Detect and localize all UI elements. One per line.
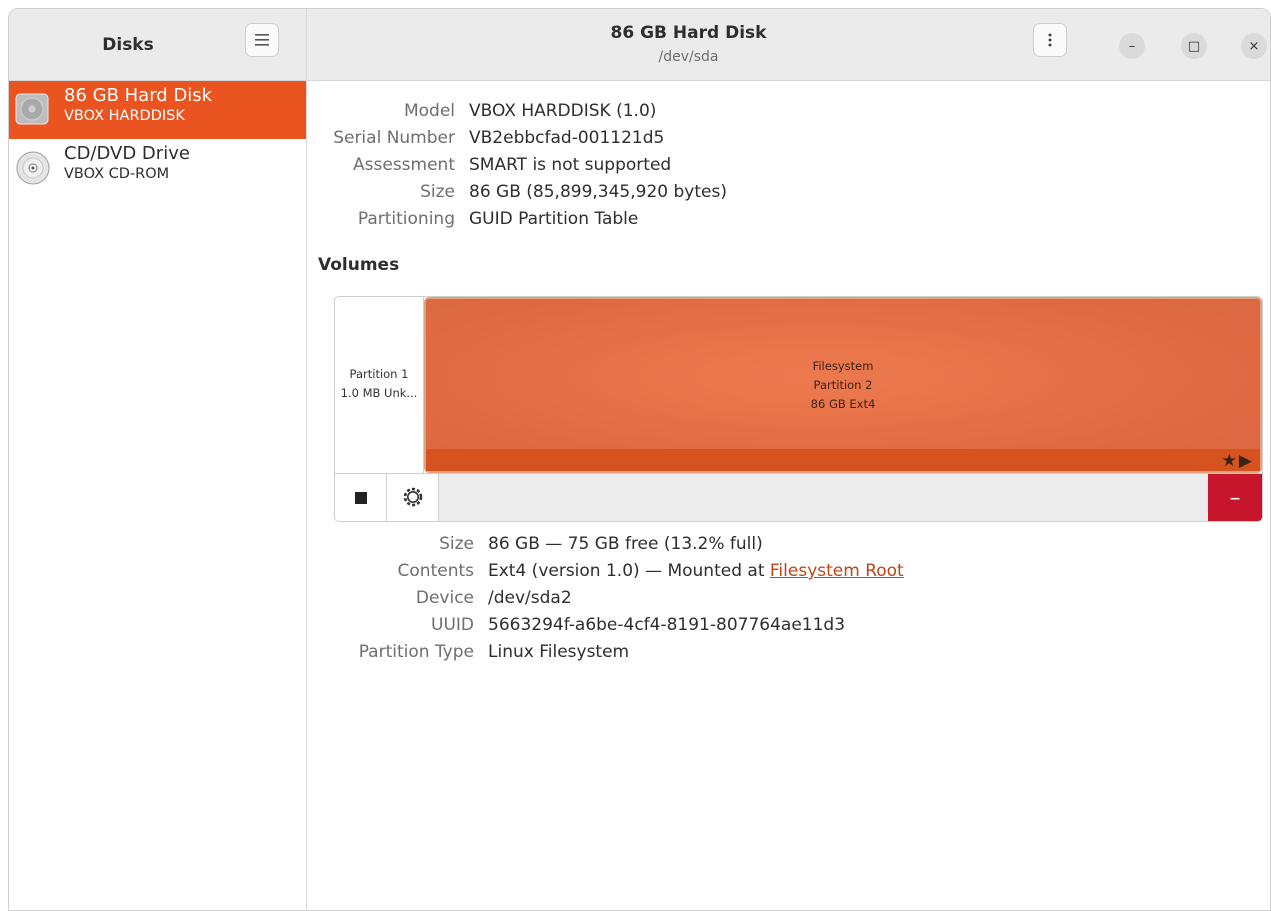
sidebar: Disks 86 GB Hard Disk VBOX HARDDISK CD/D… [9,9,307,910]
partition-1-size: 1.0 MB Unk... [340,386,418,400]
volume-row-size: Size 86 GB — 75 GB free (13.2% full) [307,534,904,561]
unmount-button[interactable] [335,474,387,521]
optical-disc-icon [15,150,50,185]
info-label: Device [415,588,474,608]
info-row-model: Model VBOX HARDDISK (1.0) [307,101,727,128]
hamburger-menu-icon[interactable] [245,23,279,57]
partition-usage-bar [426,449,1260,471]
info-value: 5663294f-a6be-4cf4-8191-807764ae11d3 [488,615,846,635]
drive-name: 86 GB Hard Disk [64,85,213,106]
hard-disk-icon [15,92,49,126]
info-label: Size [439,534,474,554]
drive-model: VBOX HARDDISK [64,108,185,124]
maximize-button[interactable]: □ [1181,33,1207,59]
disk-device-path: /dev/sda [658,49,719,65]
partition-2-name: Partition 2 [813,378,873,392]
info-label: Serial Number [333,128,455,148]
info-row-serial: Serial Number VB2ebbcfad-001121d5 [307,128,727,155]
partition-1-block[interactable]: Partition 1 1.0 MB Unk... [335,297,424,473]
info-label: UUID [431,615,474,635]
gear-icon [402,486,424,512]
close-button[interactable]: × [1241,33,1267,59]
partition-2-block[interactable]: Filesystem Partition 2 86 GB Ext4 ★▶ [424,297,1262,473]
info-value: GUID Partition Table [469,209,639,229]
volume-row-uuid: UUID 5663294f-a6be-4cf4-8191-807764ae11d… [307,615,904,642]
minimize-button[interactable]: – [1119,33,1145,59]
app-title: Disks [102,35,154,55]
info-value: VBOX HARDDISK (1.0) [469,101,657,121]
mounted-star-icon: ★▶ [1221,451,1254,471]
info-row-partitioning: Partitioning GUID Partition Table [307,209,727,236]
info-label: Assessment [353,155,455,175]
sidebar-header: Disks [9,9,306,81]
drive-name: CD/DVD Drive [64,143,190,164]
info-value: SMART is not supported [469,155,672,175]
disk-info: Model VBOX HARDDISK (1.0) Serial Number … [307,101,727,236]
info-label: Partition Type [358,642,474,662]
partition-2-size: 86 GB Ext4 [810,397,876,411]
info-value: 86 GB (85,899,345,920 bytes) [469,182,727,202]
filesystem-root-link[interactable]: Filesystem Root [770,561,904,581]
main-header: 86 GB Hard Disk /dev/sda – □ × [307,9,1270,81]
volume-row-contents: Contents Ext4 (version 1.0) — Mounted at… [307,561,904,588]
contents-text: Ext4 (version 1.0) — Mounted at [488,561,770,581]
volume-info: Size 86 GB — 75 GB free (13.2% full) Con… [307,534,904,669]
info-value: 86 GB — 75 GB free (13.2% full) [488,534,763,554]
info-label: Partitioning [357,209,455,229]
disk-title: 86 GB Hard Disk [610,23,767,43]
drive-item-cd-dvd[interactable]: CD/DVD Drive VBOX CD-ROM [9,139,306,197]
drive-model: VBOX CD-ROM [64,166,170,182]
volume-row-partition-type: Partition Type Linux Filesystem [307,642,904,669]
info-row-assessment: Assessment SMART is not supported [307,155,727,182]
volume-row-device: Device /dev/sda2 [307,588,904,615]
drive-item-hard-disk[interactable]: 86 GB Hard Disk VBOX HARDDISK [9,81,306,139]
stop-icon [354,489,367,508]
info-value: Linux Filesystem [488,642,630,662]
volumes-heading: Volumes [318,255,400,275]
kebab-menu-icon[interactable] [1033,23,1067,57]
volume-toolbar: – [335,473,1262,521]
volume-map: Partition 1 1.0 MB Unk... Filesystem Par… [334,296,1263,522]
info-label: Size [420,182,455,202]
partition-2-type: Filesystem [812,359,874,373]
info-value: /dev/sda2 [488,588,572,608]
delete-partition-button[interactable]: – [1208,474,1262,521]
partition-1-name: Partition 1 [349,367,409,381]
info-label: Contents [397,561,474,581]
info-label: Model [403,101,455,121]
main-panel: 86 GB Hard Disk /dev/sda – □ × Model VBO… [307,9,1270,910]
partition-settings-button[interactable] [387,474,439,521]
info-value: VB2ebbcfad-001121d5 [469,128,665,148]
info-value: Ext4 (version 1.0) — Mounted at Filesyst… [488,561,904,588]
disks-window: Disks 86 GB Hard Disk VBOX HARDDISK CD/D… [8,8,1271,911]
info-row-size: Size 86 GB (85,899,345,920 bytes) [307,182,727,209]
